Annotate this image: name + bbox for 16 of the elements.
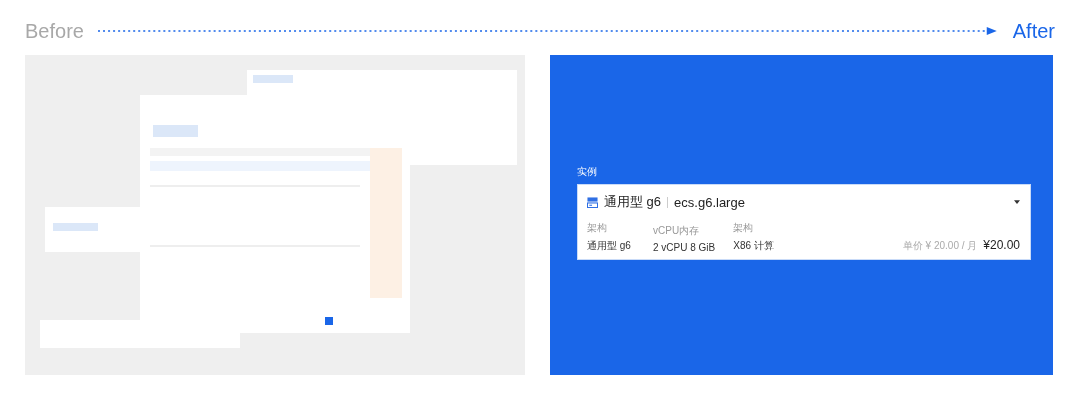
total-price: ¥20.00	[983, 238, 1020, 252]
instance-spec: ecs.g6.large	[674, 194, 745, 210]
field-label: 架构	[733, 221, 755, 235]
field-label: 架构	[587, 221, 608, 235]
instance-card[interactable]: 通用型 g6 ecs.g6.large 架构 通用型 g6 vCPU内存 2 vCPU 8 GiB 架构 X86 计算 单价 ¥ 20.00 / 月 ¥20.00	[577, 184, 1031, 260]
field-value: X86 计算	[733, 239, 775, 253]
instance-family: 通用型 g6	[604, 193, 662, 211]
after-label: After	[1012, 19, 1055, 43]
field-label: vCPU内存	[653, 224, 701, 238]
section-label: 实例	[577, 165, 598, 179]
field-value: 通用型 g6	[587, 239, 632, 253]
server-icon	[587, 196, 598, 208]
before-label: Before	[25, 19, 84, 43]
unit-price: 单价 ¥ 20.00 / 月	[902, 239, 978, 253]
field-value: 2 vCPU 8 GiB	[653, 242, 716, 253]
caret-icon[interactable]	[1014, 200, 1020, 204]
